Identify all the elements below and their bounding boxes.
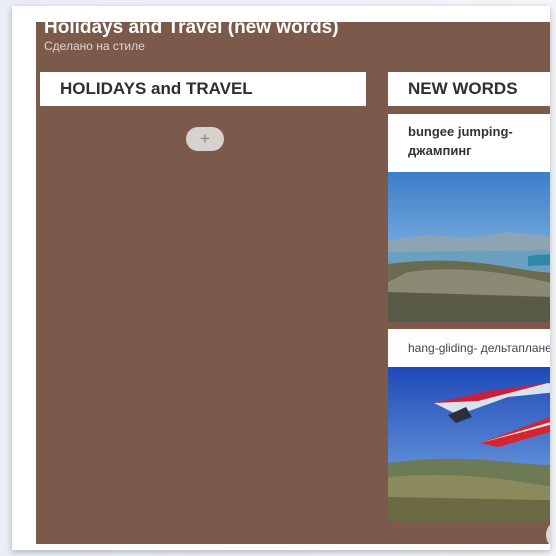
coastal-landscape-photo[interactable]	[388, 172, 550, 322]
board-subtitle: Сделано на стиле	[44, 39, 145, 53]
plus-icon: +	[200, 129, 210, 148]
scroll-button[interactable]	[546, 520, 550, 544]
column-new-words: NEW WORDS bungee jumping- джампинг hang-…	[388, 72, 550, 521]
post-card[interactable]: bungee jumping- джампинг	[388, 114, 550, 322]
column-header[interactable]: HOLIDAYS and TRAVEL	[40, 72, 366, 106]
post-card[interactable]: hang-gliding- дельтапланеризм	[388, 329, 550, 521]
board-header: Holidays and Travel (new words) Сделано …	[44, 22, 550, 53]
padlet-board: Holidays and Travel (new words) Сделано …	[36, 22, 550, 544]
add-post-button[interactable]: +	[186, 127, 224, 151]
column-holidays-and-travel: HOLIDAYS and TRAVEL +	[40, 72, 366, 151]
column-header[interactable]: NEW WORDS	[388, 72, 550, 106]
board-title: Holidays and Travel (new words)	[44, 22, 339, 38]
post-title: bungee jumping- джампинг	[388, 114, 550, 160]
post-title-line: джампинг	[408, 143, 472, 158]
window-frame: Holidays and Travel (new words) Сделано …	[12, 6, 550, 550]
post-title: hang-gliding- дельтапланеризм	[408, 341, 550, 355]
hang-glider-photo[interactable]	[388, 367, 550, 521]
post-title-line: bungee jumping-	[408, 124, 513, 139]
